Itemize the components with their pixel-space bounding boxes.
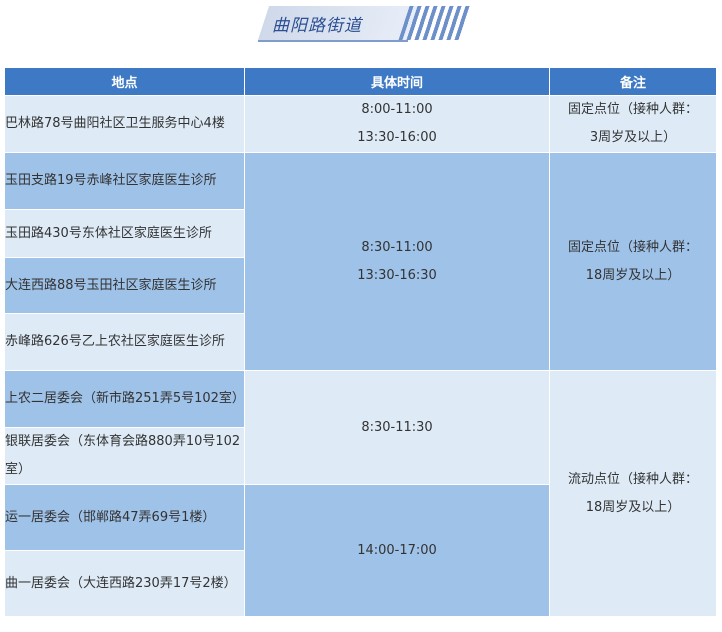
location-cell: 运一居委会（邯郸路47弄69号1楼） xyxy=(4,484,245,551)
note-line: 固定点位（接种人群： xyxy=(567,239,698,255)
location-cell: 玉田路430号东体社区家庭医生诊所 xyxy=(4,209,245,258)
note-line: 18周岁及以上） xyxy=(585,267,681,283)
table-row: 巴林路78号曲阳社区卫生服务中心4楼 8:00-11:00 13:30-16:0… xyxy=(4,95,717,153)
time-line: 8:00-11:00 xyxy=(361,102,433,117)
location-cell: 玉田支路19号赤峰社区家庭医生诊所 xyxy=(4,152,245,210)
header-time: 具体时间 xyxy=(244,67,550,96)
location-cell: 巴林路78号曲阳社区卫生服务中心4楼 xyxy=(4,95,245,153)
note-line: 3周岁及以上） xyxy=(589,130,677,145)
note-cell: 流动点位（接种人群： 18周岁及以上） xyxy=(549,370,717,617)
note-line: 流动点位（接种人群： xyxy=(567,471,698,487)
vaccination-schedule-table: 地点 具体时间 备注 巴林路78号曲阳社区卫生服务中心4楼 8:00-11:00… xyxy=(4,67,717,617)
time-line: 14:00-17:00 xyxy=(357,542,437,558)
time-cell: 14:00-17:00 xyxy=(244,484,550,617)
time-line: 8:30-11:30 xyxy=(361,419,433,435)
note-line: 固定点位（接种人群： xyxy=(567,102,698,117)
header-location: 地点 xyxy=(4,67,245,96)
banner-underline xyxy=(258,40,408,42)
time-line: 13:30-16:00 xyxy=(357,130,437,145)
note-cell: 固定点位（接种人群： 3周岁及以上） xyxy=(549,95,717,153)
section-title-banner: 曲阳路街道 xyxy=(258,6,472,40)
note-line: 18周岁及以上） xyxy=(585,499,681,515)
note-cell: 固定点位（接种人群： 18周岁及以上） xyxy=(549,152,717,371)
location-cell: 赤峰路626号乙上农社区家庭医生诊所 xyxy=(4,313,245,371)
time-cell: 8:30-11:00 13:30-16:30 xyxy=(244,152,550,371)
time-line: 13:30-16:30 xyxy=(357,267,437,283)
location-cell: 大连西路88号玉田社区家庭医生诊所 xyxy=(4,257,245,314)
time-cell: 8:30-11:30 xyxy=(244,370,550,485)
time-cell: 8:00-11:00 13:30-16:00 xyxy=(244,95,550,153)
banner-stripes-decoration xyxy=(398,6,472,40)
location-cell: 上农二居委会（新市路251弄5号102室） xyxy=(4,370,245,428)
time-line: 8:30-11:00 xyxy=(361,239,433,255)
table-row: 上农二居委会（新市路251弄5号102室） 8:30-11:30 流动点位（接种… xyxy=(4,370,717,617)
table-row: 玉田支路19号赤峰社区家庭医生诊所 8:30-11:00 13:30-16:30… xyxy=(4,152,717,371)
location-cell: 曲一居委会（大连西路230弄17号2楼） xyxy=(4,550,245,617)
section-title: 曲阳路街道 xyxy=(272,16,362,36)
table-header-row: 地点 具体时间 备注 xyxy=(4,67,717,96)
location-cell: 银联居委会（东体育会路880弄10号102室） xyxy=(4,427,245,485)
header-note: 备注 xyxy=(549,67,717,96)
